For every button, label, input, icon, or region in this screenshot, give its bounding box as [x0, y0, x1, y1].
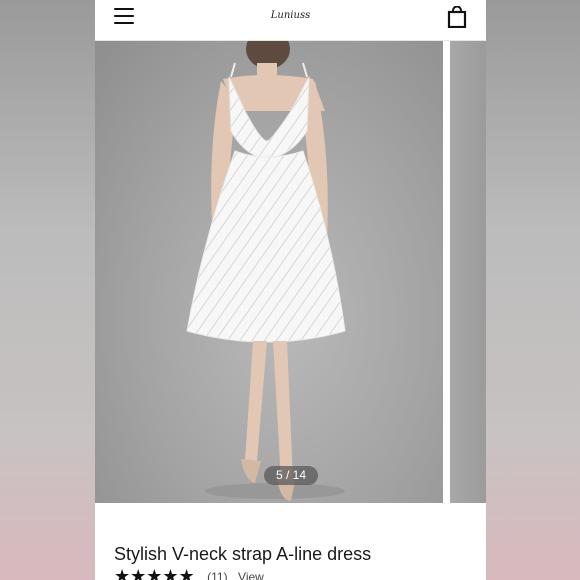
brand-logo[interactable]: Luniuss — [95, 10, 486, 21]
model-dress-illustration — [186, 41, 346, 501]
product-page: Luniuss 5 / 14 Stylish V-neck strap A-li… — [95, 0, 486, 580]
product-image-carousel[interactable]: 5 / 14 — [95, 41, 486, 503]
product-title: Stylish V-neck strap A-line dress — [114, 544, 372, 564]
shopping-bag-icon[interactable] — [447, 5, 467, 29]
top-navigation-bar: Luniuss — [95, 0, 486, 41]
product-photo[interactable]: 5 / 14 — [95, 41, 443, 503]
review-count: (11) — [207, 569, 228, 580]
product-info: Stylish V-neck strap A-line dress ★★★★★ … — [95, 503, 486, 580]
rating-row: ★★★★★ (11) View — [114, 566, 264, 580]
next-product-photo-peek[interactable] — [450, 41, 486, 503]
view-reviews-link[interactable]: View — [238, 570, 264, 580]
image-counter: 5 / 14 — [264, 466, 318, 485]
rating-stars: ★★★★★ — [114, 566, 195, 580]
